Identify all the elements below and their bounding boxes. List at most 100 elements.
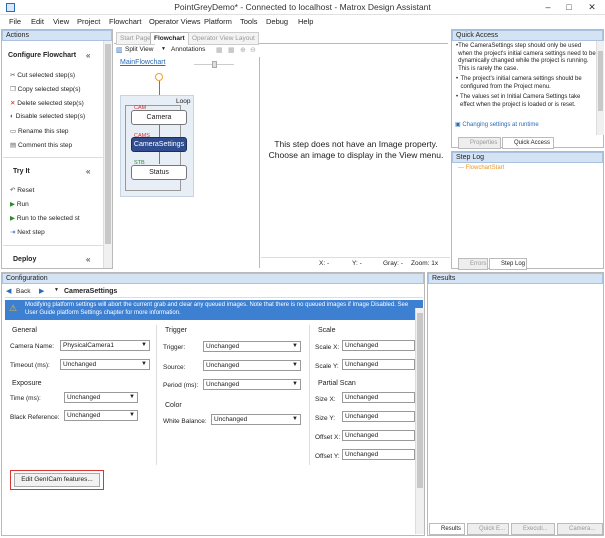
menu-view[interactable]: View xyxy=(53,17,69,26)
tab-properties[interactable]: Properties xyxy=(458,137,501,149)
camera-name-select[interactable]: PhysicalCamera1 ▼ xyxy=(60,340,150,351)
action-rename-label: Rename this step xyxy=(17,128,69,135)
menu-debug[interactable]: Debug xyxy=(266,17,288,26)
collapse-deploy-icon[interactable]: « xyxy=(86,255,90,264)
tab-errors[interactable]: Errors xyxy=(458,258,488,270)
tab-operator-view-layout[interactable]: Operator View Layout xyxy=(188,32,259,45)
black-reference-select[interactable]: Unchanged ▼ xyxy=(64,410,138,421)
source-value: Unchanged xyxy=(206,362,240,369)
trigger-group-title: Trigger xyxy=(165,327,187,334)
color-group-title: Color xyxy=(165,402,182,409)
back-arrow-icon[interactable]: ◀ xyxy=(6,287,11,295)
changing-settings-link[interactable]: ▣ Changing settings at runtime xyxy=(455,121,539,128)
tab-results[interactable]: Results xyxy=(429,523,465,535)
results-header: Results xyxy=(428,273,603,284)
action-copy[interactable]: ❐ Copy selected step(s) xyxy=(10,85,81,93)
zoom-out-icon[interactable]: ⊖ xyxy=(250,46,256,54)
split-view-button[interactable]: Split View xyxy=(125,46,153,53)
size-y-select[interactable]: Unchanged xyxy=(342,411,415,422)
start-node-icon[interactable] xyxy=(155,73,163,81)
menu-edit[interactable]: Edit xyxy=(31,17,44,26)
edit-genicam-button[interactable]: Edit GenICam features... xyxy=(14,473,100,487)
size-y-value: Unchanged xyxy=(345,413,379,420)
menu-platform[interactable]: Platform xyxy=(204,17,232,26)
forward-dropdown-icon[interactable]: ▼ xyxy=(54,287,59,293)
white-balance-value: Unchanged xyxy=(214,416,248,423)
quick-access-content: • The CameraSettings step should only be … xyxy=(456,43,596,108)
step-log-entry: — FlowchartStart xyxy=(458,165,505,171)
collapse-tryit-icon[interactable]: « xyxy=(86,167,90,176)
status-gray: Gray: - xyxy=(383,260,403,267)
chevron-down-icon: ▼ xyxy=(129,412,135,418)
action-rename[interactable]: ▭ Rename this step xyxy=(10,127,69,135)
annotations-button[interactable]: Annotations xyxy=(171,46,205,53)
tab-step-log[interactable]: Step Log xyxy=(489,258,527,270)
scale-y-label: Scale Y: xyxy=(315,363,339,370)
menu-help[interactable]: Help xyxy=(298,17,313,26)
tab-camera[interactable]: Camera... xyxy=(557,523,603,535)
collapse-configure-icon[interactable]: « xyxy=(86,51,90,60)
configure-flowchart-title: Configure Flowchart xyxy=(8,52,76,59)
action-run[interactable]: ▶ Run xyxy=(10,200,29,208)
step-log-panel: Step Log — FlowchartStart Errors Step Lo… xyxy=(451,151,604,270)
flowchart-node-status[interactable]: Status xyxy=(131,165,187,180)
exposure-time-select[interactable]: Unchanged ▼ xyxy=(64,392,138,403)
period-select[interactable]: Unchanged ▼ xyxy=(203,379,301,390)
action-delete[interactable]: ✕ Delete selected step(s) xyxy=(10,99,84,107)
tab-quick-access[interactable]: Quick Access xyxy=(502,137,554,149)
quick-access-scrollbar[interactable] xyxy=(596,41,604,135)
maximize-button[interactable]: □ xyxy=(561,1,577,13)
warning-icon: ⚠ xyxy=(9,303,18,313)
offset-x-select[interactable]: Unchanged xyxy=(342,430,415,441)
forward-arrow-icon[interactable]: ▶ xyxy=(39,287,44,295)
menu-operator-views[interactable]: Operator Views xyxy=(149,17,201,26)
flowchart-node-camera[interactable]: Camera xyxy=(131,110,187,125)
status-x: X: - xyxy=(319,260,330,267)
action-cut[interactable]: ✂ Cut selected step(s) xyxy=(10,71,75,79)
configuration-scrollbar[interactable] xyxy=(415,308,424,534)
trigger-label: Trigger: xyxy=(163,344,186,351)
tab-start-page[interactable]: Start Page xyxy=(116,32,155,45)
chevron-down-icon: ▼ xyxy=(141,361,147,367)
zoom-in-icon[interactable]: ⊕ xyxy=(240,46,246,54)
minimize-button[interactable]: – xyxy=(540,1,556,13)
grid-icon[interactable]: ▦ xyxy=(228,46,235,54)
timeout-label: Timeout (ms): xyxy=(10,362,50,369)
scale-x-select[interactable]: Unchanged xyxy=(342,340,415,351)
period-label: Period (ms): xyxy=(163,382,199,389)
split-view-dropdown-icon[interactable]: ▼ xyxy=(161,46,166,52)
timeout-select[interactable]: Unchanged ▼ xyxy=(60,359,150,370)
tab-flowchart[interactable]: Flowchart xyxy=(150,32,189,44)
action-next-step[interactable]: ⇥ Next step xyxy=(10,228,45,236)
status-zoom: Zoom: 1x xyxy=(411,260,439,267)
size-y-label: Size Y: xyxy=(315,415,336,422)
menu-flowchart[interactable]: Flowchart xyxy=(109,17,142,26)
action-run-to-selected[interactable]: ▶ Run to the selected st xyxy=(10,214,80,222)
exposure-group-title: Exposure xyxy=(12,380,42,387)
quick-access-panel: Quick Access • The CameraSettings step sh… xyxy=(451,29,604,149)
breadcrumb[interactable]: MainFlowchart xyxy=(120,59,166,66)
close-button[interactable]: ✕ xyxy=(584,1,600,13)
action-reset[interactable]: ↶ Reset xyxy=(10,186,34,194)
back-button[interactable]: Back xyxy=(16,288,30,295)
action-disable[interactable]: ◐ Disable selected step(s) xyxy=(10,113,85,120)
tab-quick-expression[interactable]: Quick E... xyxy=(467,523,509,535)
action-copy-label: Copy selected step(s) xyxy=(17,86,81,93)
menu-file[interactable]: File xyxy=(9,17,21,26)
scale-y-select[interactable]: Unchanged xyxy=(342,359,415,370)
size-x-select[interactable]: Unchanged xyxy=(342,392,415,403)
tab-execution[interactable]: Executi... xyxy=(511,523,555,535)
chevron-down-icon: ▼ xyxy=(292,416,298,422)
chevron-down-icon: ▼ xyxy=(129,394,135,400)
offset-y-select[interactable]: Unchanged xyxy=(342,449,415,460)
action-comment[interactable]: ▤ Comment this step xyxy=(10,141,72,149)
zoom-slider-thumb[interactable] xyxy=(212,61,217,68)
trigger-select[interactable]: Unchanged ▼ xyxy=(203,341,301,352)
flowchart-node-camerasettings[interactable]: CameraSettings xyxy=(131,137,187,152)
fit-icon[interactable]: ▦ xyxy=(216,46,223,54)
source-select[interactable]: Unchanged ▼ xyxy=(203,360,301,371)
white-balance-select[interactable]: Unchanged ▼ xyxy=(211,414,301,425)
actions-scrollbar[interactable] xyxy=(103,41,112,268)
menu-project[interactable]: Project xyxy=(77,17,100,26)
menu-tools[interactable]: Tools xyxy=(240,17,258,26)
